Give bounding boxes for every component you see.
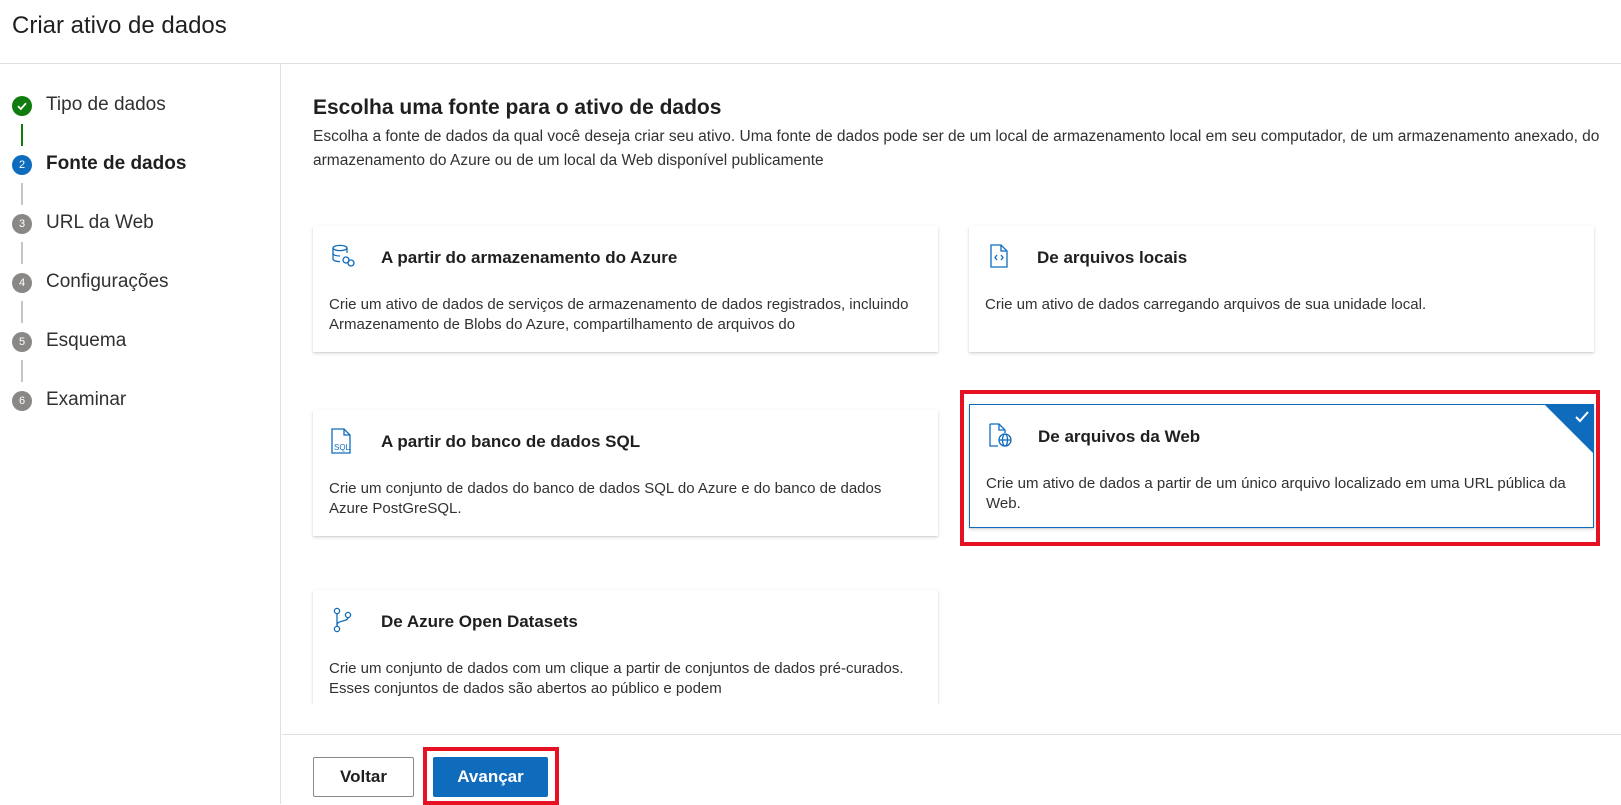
- step-connector: [21, 124, 23, 146]
- step-connector: [21, 183, 23, 205]
- step-number: 4: [12, 273, 32, 293]
- card-description: Crie um conjunto de dados com um clique …: [329, 660, 904, 697]
- panel-header: Criar ativo de dados: [0, 0, 1621, 64]
- section-title: Escolha uma fonte para o ativo de dados: [313, 96, 722, 119]
- checkmark-icon: [12, 96, 32, 116]
- section-description: Escolha a fonte de dados da qual você de…: [313, 128, 1600, 169]
- step-url-da-web[interactable]: 3 URL da Web: [0, 209, 270, 239]
- wizard-steps: Tipo de dados 2 Fonte de dados 3 URL da …: [0, 64, 281, 804]
- web-files-icon: [986, 421, 1014, 449]
- card-description: Crie um conjunto de dados do banco de da…: [329, 480, 882, 517]
- sql-database-icon: SQL: [329, 426, 357, 454]
- card-title: De arquivos da Web: [1038, 427, 1201, 446]
- card-description: Crie um ativo de dados carregando arquiv…: [985, 296, 1427, 313]
- svg-text:SQL: SQL: [334, 443, 351, 452]
- source-card-local-files[interactable]: De arquivos locais Crie um ativo de dado…: [969, 226, 1594, 352]
- step-label: Examinar: [46, 389, 127, 410]
- source-card-open-datasets[interactable]: De Azure Open Datasets Crie um conjunto …: [313, 590, 938, 704]
- step-number: 3: [12, 214, 32, 234]
- card-title: De Azure Open Datasets: [381, 612, 578, 631]
- step-label: Esquema: [46, 330, 127, 351]
- step-number: 5: [12, 332, 32, 352]
- step-examinar[interactable]: 6 Examinar: [0, 386, 270, 416]
- step-label: URL da Web: [46, 212, 154, 233]
- step-number: 2: [12, 155, 32, 175]
- source-card-sql-database[interactable]: SQL A partir do banco de dados SQL Crie …: [313, 410, 938, 536]
- step-configuracoes[interactable]: 4 Configurações: [0, 268, 270, 298]
- azure-storage-icon: [329, 242, 357, 270]
- wizard-footer: Voltar Avançar: [282, 734, 1621, 805]
- source-card-web-files[interactable]: De arquivos da Web Crie um ativo de dado…: [969, 404, 1594, 528]
- open-datasets-icon: [329, 606, 357, 634]
- step-fonte-de-dados[interactable]: 2 Fonte de dados: [0, 150, 270, 180]
- card-title: De arquivos locais: [1037, 248, 1188, 267]
- step-label: Fonte de dados: [46, 153, 187, 174]
- source-card-azure-storage[interactable]: A partir do armazenamento do Azure Crie …: [313, 226, 938, 352]
- step-esquema[interactable]: 5 Esquema: [0, 327, 270, 357]
- step-label: Configurações: [46, 271, 169, 292]
- card-description: Crie um ativo de dados a partir de um ún…: [986, 475, 1566, 512]
- step-connector: [21, 242, 23, 264]
- local-files-icon: [985, 242, 1013, 270]
- main-content: Escolha uma fonte para o ativo de dados …: [282, 64, 1621, 704]
- card-title: A partir do banco de dados SQL: [381, 432, 641, 451]
- card-description: Crie um ativo de dados de serviços de ar…: [329, 296, 909, 333]
- panel-title: Criar ativo de dados: [12, 12, 227, 39]
- step-label: Tipo de dados: [46, 94, 166, 115]
- back-button[interactable]: Voltar: [313, 757, 414, 797]
- step-number: 6: [12, 391, 32, 411]
- step-tipo-de-dados[interactable]: Tipo de dados: [0, 91, 270, 121]
- card-title: A partir do armazenamento do Azure: [381, 248, 678, 267]
- step-connector: [21, 360, 23, 382]
- next-button[interactable]: Avançar: [433, 757, 548, 797]
- step-connector: [21, 301, 23, 323]
- selected-check-icon: [1545, 405, 1593, 453]
